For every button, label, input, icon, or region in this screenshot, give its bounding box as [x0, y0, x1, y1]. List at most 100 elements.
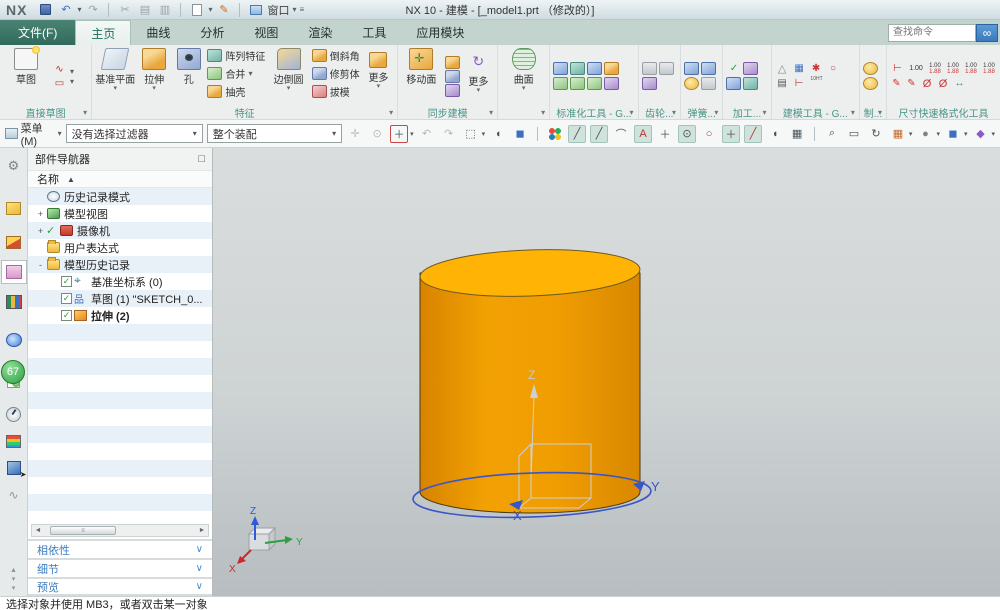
window-button[interactable] — [247, 2, 264, 17]
datum-plane-button[interactable]: 基准平面 ▾ — [95, 47, 135, 105]
group-dialog-arrow[interactable]: ▾ — [714, 108, 718, 117]
group-dialog-arrow[interactable]: ▾ — [672, 108, 676, 117]
tab-tools[interactable]: 工具 — [347, 20, 401, 45]
marquee-select-icon[interactable]: ⬚ — [462, 125, 480, 143]
flip-arrow-button[interactable]: ↔ — [952, 77, 967, 90]
undo-dropdown-arrow[interactable]: ▾ — [77, 5, 81, 14]
reuse-library-button[interactable] — [4, 293, 24, 311]
web-browser-button[interactable] — [4, 331, 24, 349]
tab-render[interactable]: 渲染 — [293, 20, 347, 45]
tab-application[interactable]: 应用模块 — [401, 20, 479, 45]
gear-tool-button[interactable] — [642, 77, 657, 90]
scroll-thumb[interactable]: ≡ — [50, 526, 116, 535]
unite-button[interactable]: 合并 ▾ — [207, 65, 265, 82]
save-button[interactable] — [37, 2, 54, 17]
dim-style-button[interactable]: ⊢ — [890, 62, 905, 75]
copy-button[interactable]: ▤ — [136, 2, 153, 17]
std-tool-button[interactable] — [570, 77, 585, 90]
section-preview[interactable]: 预览 ∨ — [28, 577, 212, 596]
undock-icon[interactable]: □ — [198, 153, 205, 165]
tree-item-model-views[interactable]: + 模型视图 — [28, 205, 212, 222]
materials-palette-button[interactable] — [4, 432, 24, 450]
machining-tool-button[interactable] — [726, 77, 741, 90]
diameter-button[interactable]: Ø — [920, 78, 934, 90]
rectangle-button[interactable]: ▭ — [52, 77, 67, 90]
std-tool-button[interactable] — [553, 77, 568, 90]
spring-tool-button[interactable] — [701, 77, 716, 90]
std-tool-button[interactable] — [553, 62, 568, 75]
cut-button[interactable]: ✂ — [116, 2, 133, 17]
graphics-window[interactable]: Z X Y Z Y X — [213, 148, 1000, 596]
std-tool-button[interactable] — [570, 62, 585, 75]
grid-display-icon[interactable]: ▦ — [889, 125, 907, 143]
paste-button[interactable]: ▥ — [156, 2, 173, 17]
snap-circle-icon[interactable]: ○ — [700, 125, 718, 143]
viewport-canvas[interactable]: Z X Y Z Y X — [213, 148, 1000, 596]
dim-edit-button[interactable]: ✎ — [890, 78, 903, 89]
assembly-navigator-button[interactable] — [4, 199, 24, 217]
refresh-view-icon[interactable]: ↻ — [867, 125, 885, 143]
group-dialog-arrow[interactable]: ▾ — [878, 108, 882, 117]
spline-dropdown-arrow[interactable]: ▾ — [70, 67, 74, 76]
group-dialog-arrow[interactable]: ▾ — [630, 108, 634, 117]
snap-midpoint-icon[interactable]: ╱ — [590, 125, 608, 143]
zoom-window-icon[interactable]: ▭ — [845, 125, 863, 143]
std-tool-button[interactable] — [587, 62, 602, 75]
group-dialog-arrow[interactable]: ▾ — [851, 108, 855, 117]
system-clock-button[interactable] — [4, 405, 24, 423]
constraint-navigator-button[interactable] — [4, 233, 24, 251]
diameter-button[interactable]: Ø — [936, 78, 950, 90]
selection-scope-combo[interactable]: 整个装配 ▾ — [207, 124, 342, 143]
scroll-down-arrow[interactable]: ▾ — [12, 586, 16, 592]
pattern-feature-button[interactable]: 阵列特征 — [207, 47, 265, 64]
offset-region-button[interactable] — [445, 70, 460, 83]
tree-item-cameras[interactable]: + ✓ 摄像机 — [28, 222, 212, 239]
tab-curve[interactable]: 曲线 — [131, 20, 185, 45]
customize-qat-arrow[interactable]: ≡ — [300, 5, 305, 14]
assembly-constraints-icon[interactable]: ⊙ — [368, 125, 386, 143]
dim-format-button[interactable]: 1.001.88 — [963, 63, 979, 75]
tenht-button[interactable]: 10HT — [809, 77, 825, 90]
link-button[interactable]: ○ — [826, 62, 841, 75]
list-button[interactable]: ▤ — [775, 77, 790, 90]
std-tool-button[interactable] — [604, 77, 619, 90]
roles-button[interactable] — [4, 459, 24, 477]
drafting-tool-button[interactable] — [863, 62, 878, 75]
snap-intersection-icon[interactable]: ＋ — [656, 125, 674, 143]
checkbox[interactable]: ✓ — [61, 293, 72, 304]
checkbox[interactable]: ✓ — [61, 310, 72, 321]
window-dropdown-arrow[interactable]: ▾ — [292, 5, 296, 14]
redo-button[interactable]: ↷ — [84, 2, 101, 17]
spring-tool-button[interactable] — [684, 77, 699, 90]
notification-badge[interactable]: 67 — [1, 360, 25, 384]
display-container-icon[interactable]: ◼ — [511, 125, 529, 143]
machining-tool-button[interactable] — [743, 77, 758, 90]
draft-button[interactable]: 拔模 — [312, 83, 360, 100]
scroll-left-icon[interactable]: ◄ — [32, 527, 44, 534]
spring-tool-button[interactable] — [684, 62, 699, 75]
scene-button[interactable]: ∿ — [4, 486, 24, 504]
scroll-up-arrow[interactable]: ▲ — [10, 568, 17, 574]
move-face-button[interactable]: 移动面 — [401, 47, 441, 105]
move-component-icon[interactable]: ✛ — [346, 125, 364, 143]
dim-value-button[interactable]: 1.00 — [907, 65, 925, 72]
sync-more-button[interactable]: ↻ 更多 ▾ — [463, 47, 495, 105]
tolerance-triangle-button[interactable]: △ — [775, 62, 790, 75]
render-style-icon[interactable]: ● — [916, 125, 934, 143]
rect-dropdown-arrow[interactable]: ▾ — [70, 77, 74, 86]
brush-button[interactable]: ✎ — [215, 2, 232, 17]
snap-endpoint-icon[interactable]: ╱ — [568, 125, 586, 143]
part-navigator-button[interactable] — [1, 260, 27, 284]
new-document-button[interactable] — [188, 2, 205, 17]
navigator-hscrollbar[interactable]: ◄ ≡ ► — [31, 524, 209, 537]
tree-item-history-mode[interactable]: 历史记录模式 — [28, 188, 212, 205]
undo-button[interactable]: ↶ — [57, 2, 74, 17]
roam-gear-button[interactable]: ⚙ — [4, 157, 24, 175]
sort-asc-icon[interactable]: ▲ — [67, 175, 75, 184]
tab-home[interactable]: 主页 — [75, 20, 131, 45]
snap-point-on-curve-icon[interactable]: ╱ — [744, 125, 762, 143]
section-dependencies[interactable]: 相依性 ∨ — [28, 539, 212, 558]
menu-button[interactable]: 菜单(M) ▾ — [5, 120, 62, 148]
tab-file[interactable]: 文件(F) — [0, 20, 75, 45]
chamfer-button[interactable]: 倒斜角 — [312, 47, 360, 64]
